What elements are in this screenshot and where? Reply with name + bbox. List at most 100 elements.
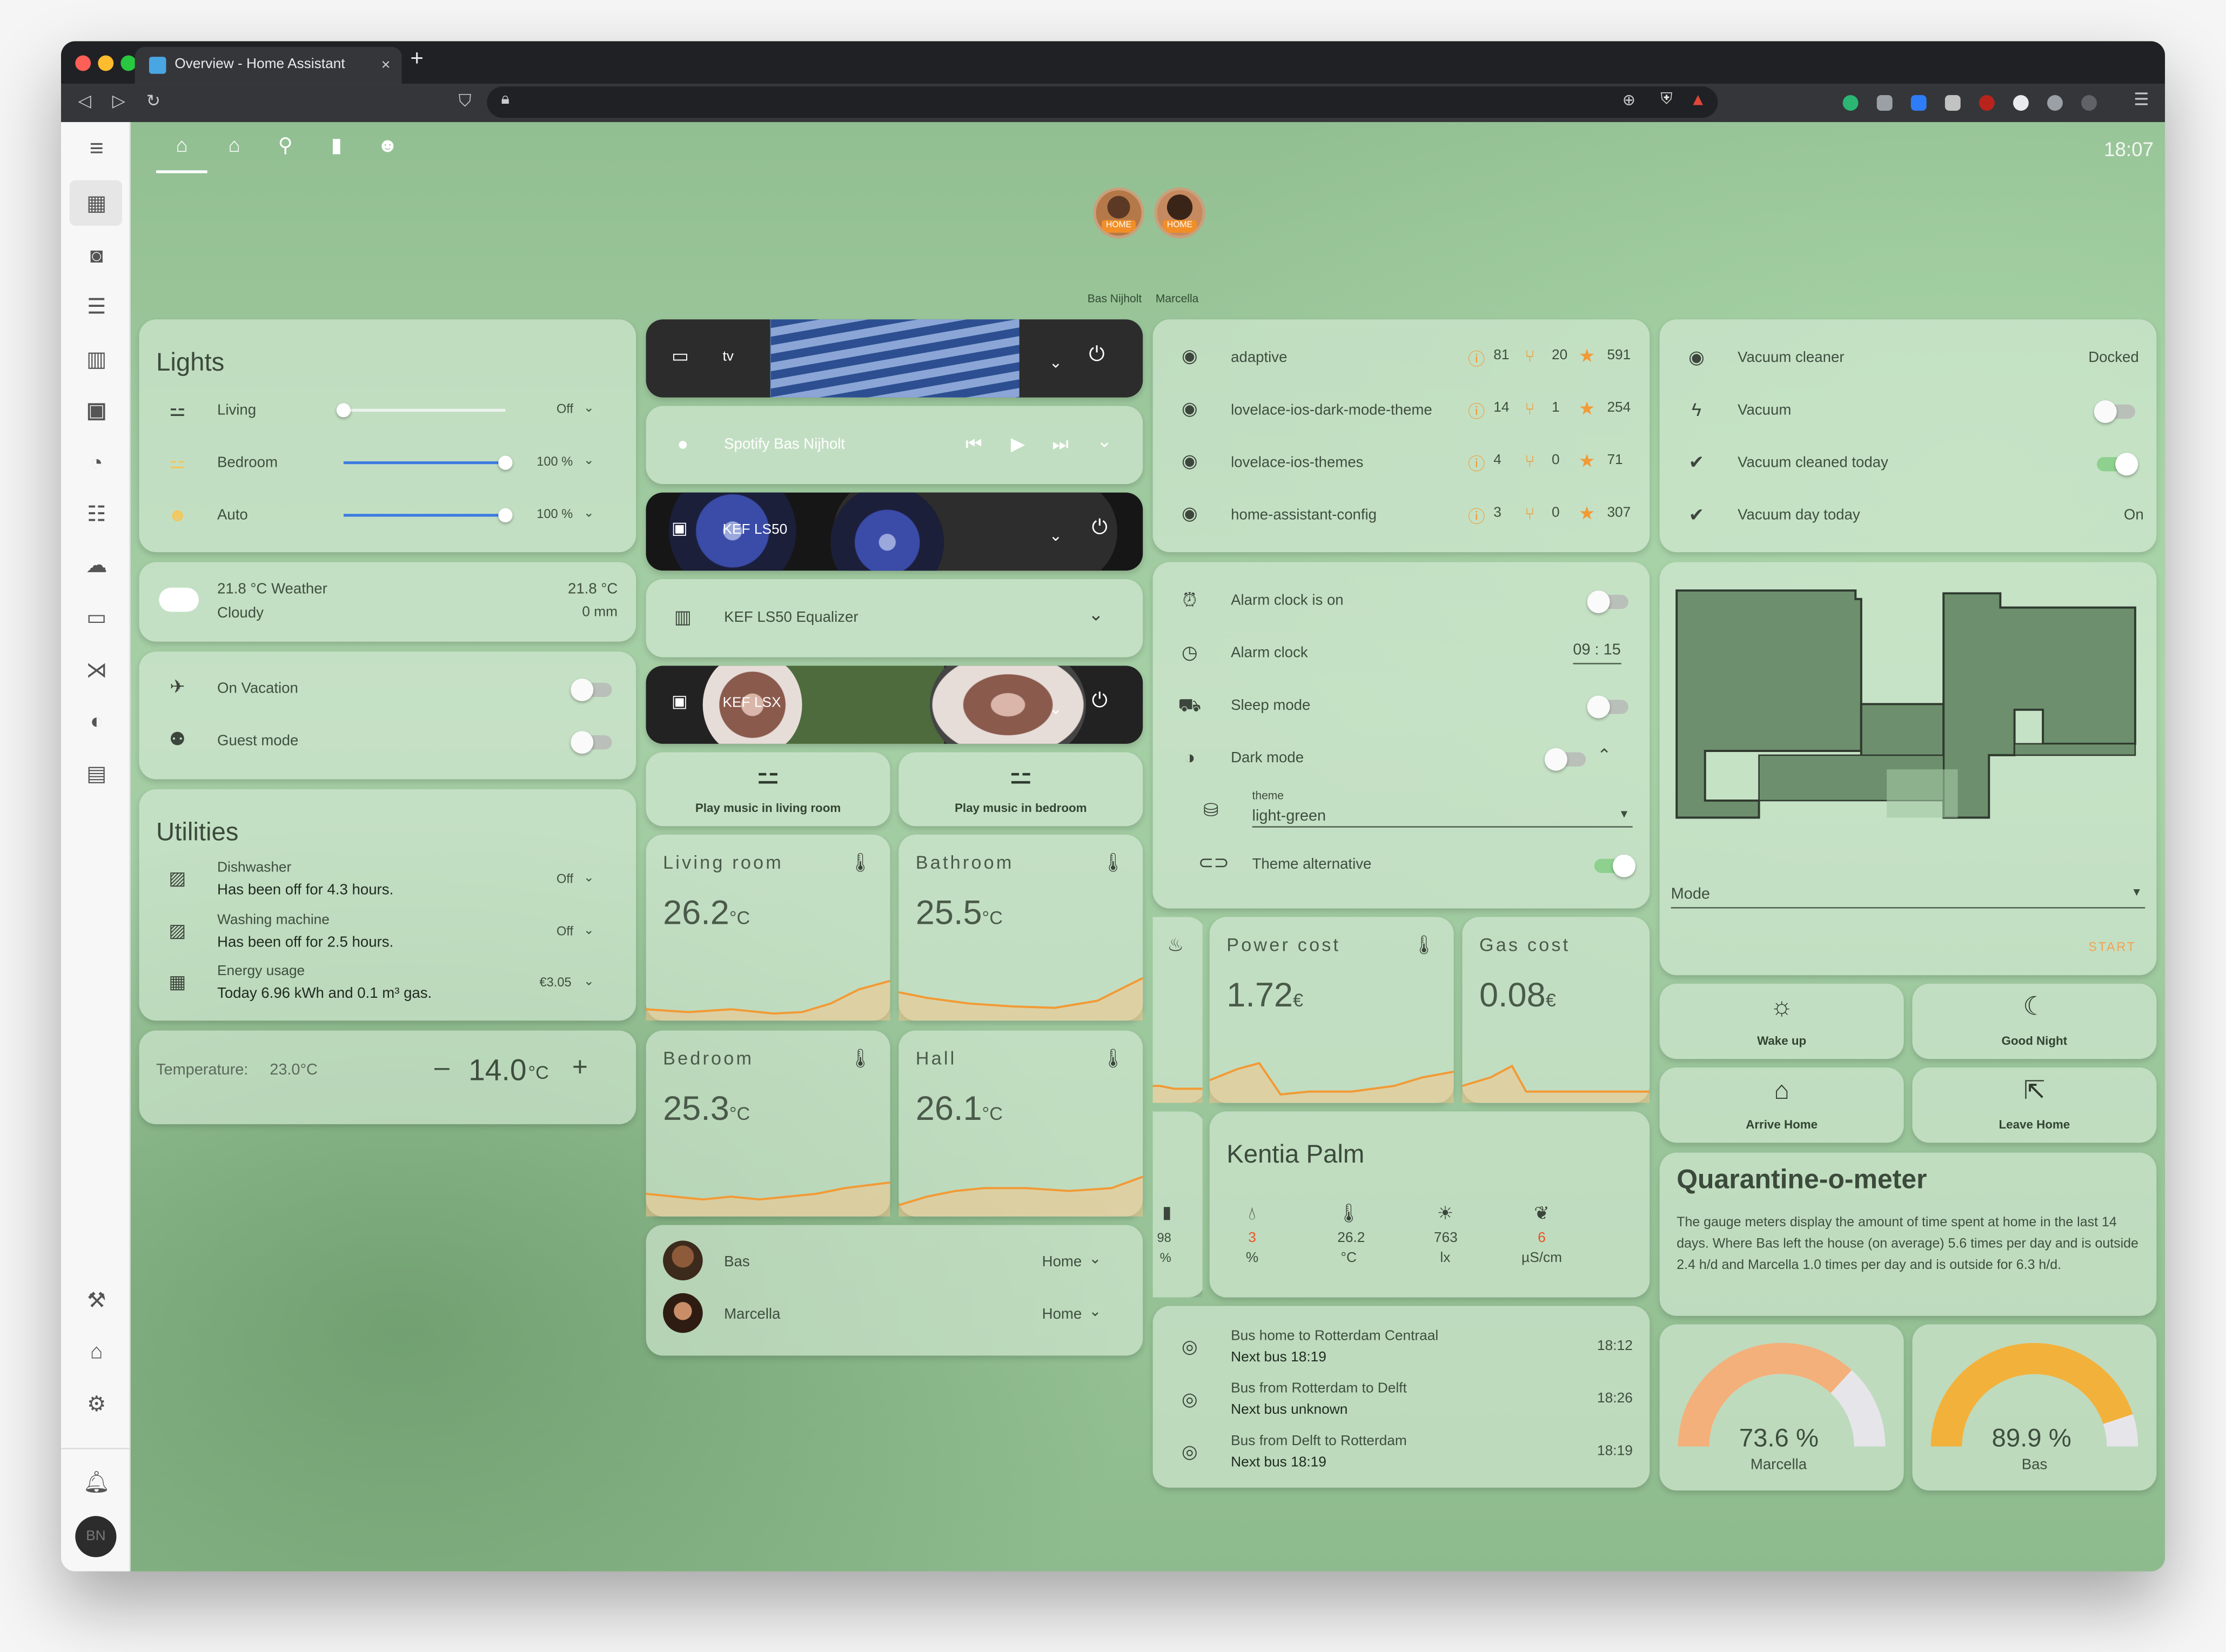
sidebar-item-terminal-icon[interactable]: ▭	[81, 603, 112, 635]
sidebar-item-vscode-icon[interactable]: ⋊	[81, 656, 112, 687]
extension-icon[interactable]	[1910, 95, 1927, 111]
repo-name[interactable]: adaptive	[1231, 349, 1287, 366]
chevron-up-icon[interactable]: ⌃	[1597, 745, 1611, 765]
browser-tab[interactable]: Overview - Home Assistant ×	[135, 46, 402, 84]
sidebar-item-esphome-icon[interactable]: ▤	[81, 760, 112, 791]
theme-alternative-toggle[interactable]	[1594, 854, 1635, 877]
brave-shield-icon[interactable]: ⛨	[1661, 91, 1673, 109]
sidebar-item-logbook-icon[interactable]: ☰	[81, 292, 112, 324]
vacuum-toggle[interactable]	[2094, 400, 2135, 424]
tab-home-icon[interactable]: ⌂	[165, 133, 199, 165]
chevron-down-icon[interactable]: ⌄	[584, 923, 594, 938]
increase-temp-button[interactable]: +	[572, 1053, 588, 1085]
repo-name[interactable]: lovelace-ios-themes	[1231, 454, 1363, 472]
chevron-down-icon[interactable]: ⌄	[1083, 603, 1109, 626]
sidebar-item-map-icon[interactable]: ◙	[81, 241, 112, 273]
chevron-down-icon[interactable]: ⌄	[1049, 527, 1062, 545]
gauge-card-bas[interactable]: 89.9 % Bas	[1912, 1324, 2157, 1490]
sensor-card-living-room[interactable]: Living room 🌡︎ 26.2°C	[646, 835, 890, 1021]
sidebar-item-supervisor-icon[interactable]: ⌂	[81, 1337, 112, 1368]
utility-state[interactable]: Off	[556, 924, 573, 938]
browser-menu-icon[interactable]: ☰	[2134, 90, 2149, 110]
chevron-down-icon[interactable]: ⌄	[1089, 1303, 1101, 1320]
play-music-living-button[interactable]: ⚍ Play music in living room	[646, 752, 890, 827]
sidebar-item-history-icon[interactable]: ▥	[81, 345, 112, 377]
dark-mode-toggle[interactable]	[1544, 748, 1586, 771]
light-state[interactable]: 100 %	[537, 454, 573, 468]
address-bar[interactable]: 🔒︎ ⊕ ⛨ ▲	[487, 86, 1718, 118]
sidebar-item-settings-gear-icon[interactable]: ⚙	[81, 1389, 112, 1421]
tab-flashlight-icon[interactable]: ▮	[319, 133, 353, 165]
close-window-button[interactable]	[75, 55, 91, 71]
chevron-down-icon[interactable]: ⌄	[1049, 353, 1062, 372]
equalizer-card[interactable]: ▥ KEF LS50 Equalizer ⌄	[646, 579, 1143, 657]
tab-house-floors-icon[interactable]: ⌂	[217, 133, 251, 165]
light-slider-living[interactable]	[336, 403, 506, 418]
tab-motion-icon[interactable]: ⚲	[269, 133, 303, 165]
sensor-card-bathroom[interactable]: Bathroom 🌡︎ 25.5°C	[899, 835, 1143, 1021]
play-icon[interactable]: ▶	[1005, 433, 1030, 455]
forward-icon[interactable]: ▷	[112, 91, 125, 111]
sidebar-item-developer-tools-icon[interactable]: ⚒	[81, 1286, 112, 1318]
user-avatar[interactable]: BN	[75, 1516, 117, 1557]
vacuum-cleaned-toggle[interactable]	[2096, 453, 2138, 476]
theme-select[interactable]: light-green ▼	[1252, 805, 1633, 828]
vacation-toggle[interactable]	[571, 678, 612, 702]
start-button[interactable]: START	[2088, 939, 2136, 953]
weather-card[interactable]: 21.8 °C Weather Cloudy 21.8 °C 0 mm	[139, 562, 636, 642]
chevron-down-icon[interactable]: ⌄	[584, 453, 594, 468]
person-badge-marcella[interactable]: HOME	[1154, 187, 1205, 239]
arrive-home-button[interactable]: ⌂ Arrive Home	[1659, 1067, 1904, 1143]
alarm-on-toggle[interactable]	[1587, 590, 1628, 614]
person-state[interactable]: Home	[1042, 1306, 1082, 1323]
alarm-time-input[interactable]: 09 : 15	[1573, 642, 1621, 664]
utility-state[interactable]: €3.05	[539, 975, 571, 989]
wake-up-button[interactable]: ☼ Wake up	[1659, 983, 1904, 1059]
maximize-window-button[interactable]	[120, 55, 137, 71]
sidebar-item-codeserver-icon[interactable]: ▣	[81, 396, 112, 427]
light-state[interactable]: Off	[556, 402, 573, 416]
mode-select[interactable]: Mode ▼	[1671, 883, 2145, 909]
repo-name[interactable]: home-assistant-config	[1231, 507, 1377, 524]
back-icon[interactable]: ◁	[78, 91, 91, 111]
power-icon[interactable]: ⏻	[1089, 342, 1104, 366]
sidebar-item-cloud-icon[interactable]: ☁	[81, 551, 112, 582]
github-extension-icon[interactable]	[2013, 95, 2029, 111]
plant-card[interactable]: Kentia Palm 💧︎ 3% 🌡︎ 26.2 °C ☀ 763 lx ❦ 6 µS/cm	[1209, 1111, 1650, 1298]
sensor-card-bedroom[interactable]: Bedroom 🌡︎ 25.3°C	[646, 1030, 890, 1217]
skip-previous-icon[interactable]: ⏮	[961, 433, 987, 455]
bookmark-icon[interactable]: ⛉	[459, 91, 472, 112]
guest-mode-toggle[interactable]	[571, 731, 612, 754]
ublock-extension-icon[interactable]	[1979, 95, 1995, 111]
notifications-bell-icon[interactable]: 🔔︎	[81, 1468, 112, 1499]
tab-robot-icon[interactable]: ☻	[371, 133, 405, 165]
decrease-temp-button[interactable]: –	[434, 1053, 450, 1085]
extension-icon[interactable]	[2081, 95, 2097, 111]
sidebar-item-grafana-icon[interactable]: ☷	[81, 500, 112, 531]
light-slider-auto[interactable]	[343, 508, 513, 522]
brave-rewards-icon[interactable]: ▲	[1689, 90, 1706, 110]
chevron-down-icon[interactable]: ⌄	[584, 974, 594, 990]
chevron-down-icon[interactable]: ⌄	[584, 400, 594, 416]
sensor-card-hall[interactable]: Hall 🌡︎ 26.1°C	[899, 1030, 1143, 1217]
chevron-down-icon[interactable]: ⌄	[1089, 1251, 1101, 1268]
play-music-bedroom-button[interactable]: ⚍ Play music in bedroom	[899, 752, 1143, 827]
chevron-down-icon[interactable]: ⌄	[1092, 430, 1117, 453]
chevron-down-icon[interactable]: ⌄	[1049, 700, 1062, 718]
sidebar-item-glances-icon[interactable]: ◔	[81, 448, 112, 480]
skip-next-icon[interactable]: ⏭	[1048, 433, 1073, 455]
kef-ls50-card[interactable]: ▣ KEF LS50 ⌄ ⏻	[646, 492, 1143, 571]
extension-icon[interactable]	[1945, 95, 1961, 111]
gauge-card-marcella[interactable]: 73.6 % Marcella	[1659, 1324, 1904, 1490]
light-state[interactable]: 100 %	[537, 507, 573, 521]
extension-icon[interactable]	[1876, 95, 1893, 111]
tv-media-card[interactable]: ▭ tv ⌄ ⏻	[646, 319, 1143, 398]
sensor-card-power-cost[interactable]: Power cost 🌡︎ 1.72€	[1209, 917, 1454, 1103]
minimize-window-button[interactable]	[98, 55, 114, 71]
google-extension-icon[interactable]	[2047, 95, 2063, 111]
sidebar-item-compass-icon[interactable]: ◐	[81, 707, 112, 738]
leave-home-button[interactable]: ⇱ Leave Home	[1912, 1067, 2157, 1143]
zoom-icon[interactable]: ⊕	[1622, 91, 1635, 110]
chevron-down-icon[interactable]: ⌄	[584, 870, 594, 886]
power-icon[interactable]: ⏻	[1092, 515, 1108, 540]
